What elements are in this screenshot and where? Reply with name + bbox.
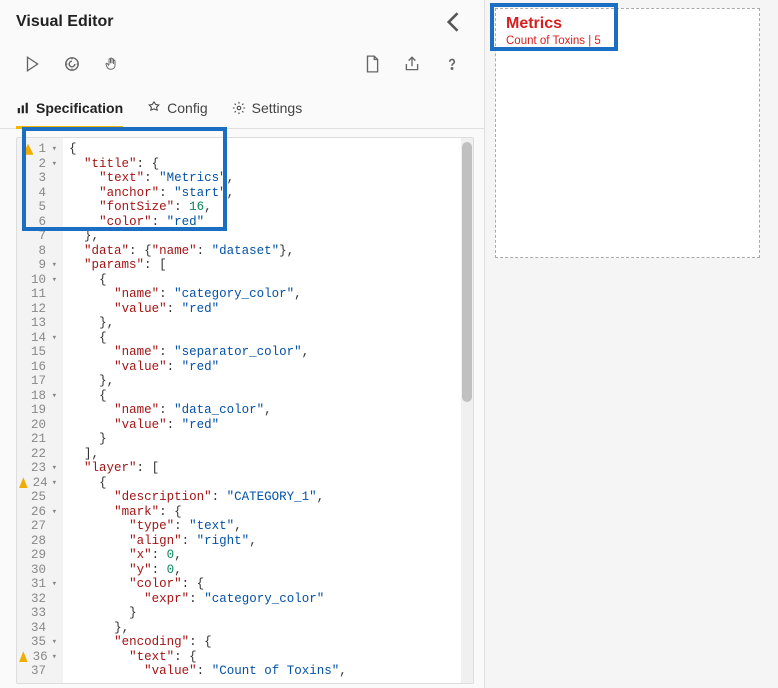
tab-specification[interactable]: Specification — [16, 92, 123, 129]
run-button[interactable] — [14, 46, 50, 82]
collapse-panel-button[interactable] — [440, 8, 468, 36]
editor-gutter: 1▾2▾3456789▾10▾11121314▾15161718▾1920212… — [17, 138, 63, 683]
editor-code-area[interactable]: { "title": { "text": "Metrics", "anchor"… — [63, 138, 461, 683]
tab-config[interactable]: Config — [147, 92, 207, 129]
tab-label: Config — [167, 100, 207, 116]
scrollbar-thumb[interactable] — [462, 142, 472, 402]
preview-subtitle: Count of Toxins | 5 — [506, 35, 749, 47]
panel-title: Visual Editor — [16, 13, 440, 31]
auto-apply-button[interactable] — [54, 46, 90, 82]
preview-title: Metrics — [506, 15, 749, 33]
hand-tool-button[interactable] — [94, 46, 130, 82]
code-editor[interactable]: 1▾2▾3456789▾10▾11121314▾15161718▾1920212… — [16, 137, 474, 684]
editor-scrollbar[interactable] — [461, 138, 473, 683]
chart-preview: Metrics Count of Toxins | 5 — [495, 8, 760, 258]
tab-label: Settings — [252, 100, 303, 116]
help-button[interactable] — [434, 46, 470, 82]
export-button[interactable] — [394, 46, 430, 82]
new-file-button[interactable] — [354, 46, 390, 82]
tab-label: Specification — [36, 100, 123, 116]
tab-settings[interactable]: Settings — [232, 92, 303, 129]
